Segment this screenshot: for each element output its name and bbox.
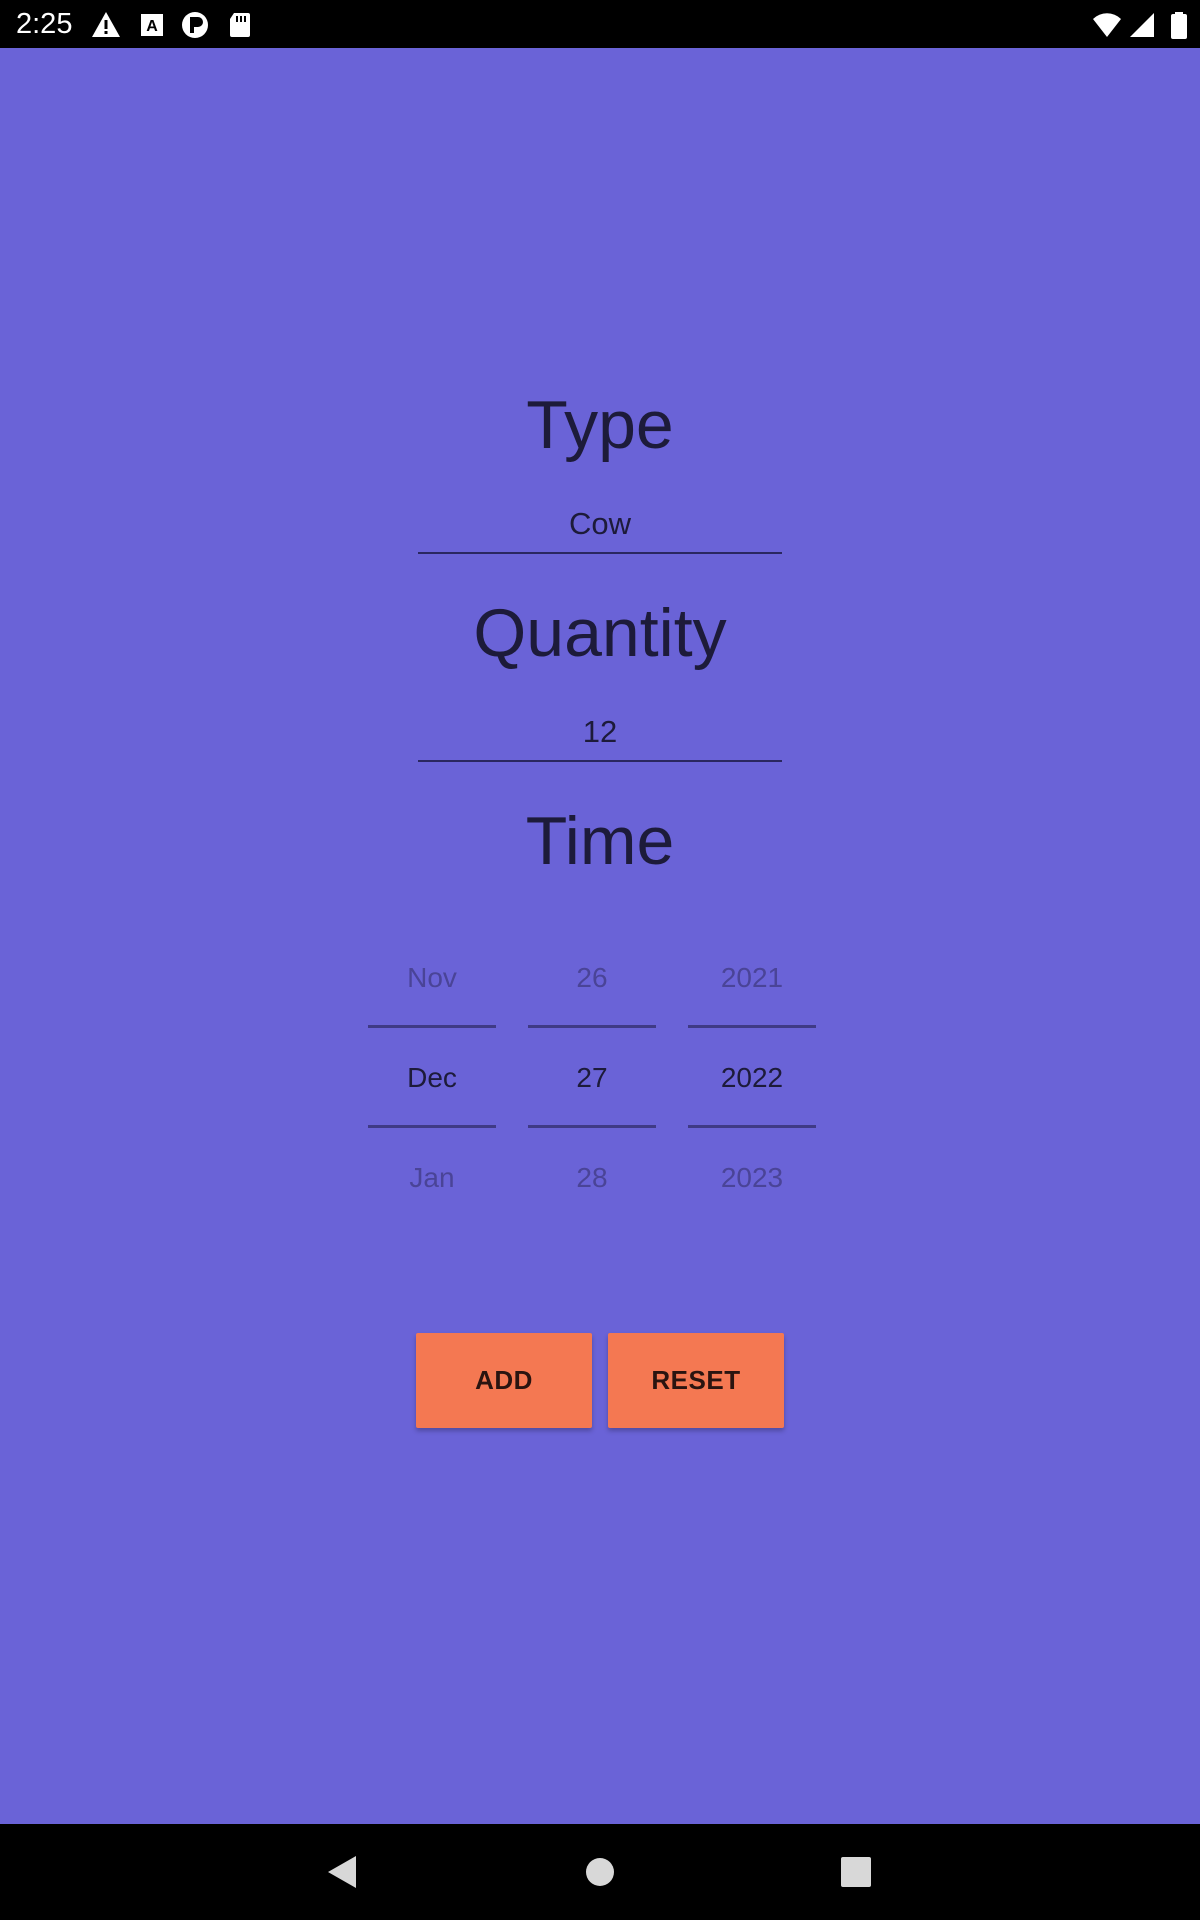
- home-icon[interactable]: [580, 1852, 620, 1892]
- recents-icon[interactable]: [836, 1852, 876, 1892]
- font-a-icon: A: [141, 14, 163, 36]
- back-icon[interactable]: [322, 1852, 362, 1892]
- svg-text:A: A: [146, 18, 158, 35]
- year-selected[interactable]: 2022: [688, 1060, 816, 1096]
- add-button[interactable]: ADD: [416, 1333, 592, 1428]
- wifi-icon: [1093, 13, 1121, 38]
- month-divider-top: [368, 1025, 496, 1028]
- day-divider-top: [528, 1025, 656, 1028]
- time-label: Time: [525, 803, 675, 879]
- app-screen: 2:25 A Type Cow Quantity 12 Time Nov Dec…: [0, 0, 1200, 1920]
- type-input[interactable]: [418, 496, 782, 554]
- quantity-label: Quantity: [473, 595, 727, 671]
- month-prev[interactable]: Nov: [368, 960, 496, 996]
- month-picker[interactable]: Nov Dec Jan: [368, 940, 496, 1200]
- sd-card-icon: [230, 13, 250, 37]
- navigation-bar: [0, 1824, 1200, 1920]
- year-picker[interactable]: 2021 2022 2023: [688, 940, 816, 1200]
- year-prev[interactable]: 2021: [688, 960, 816, 996]
- month-divider-bottom: [368, 1125, 496, 1128]
- p-badge-icon: [182, 12, 208, 38]
- warning-icon: [92, 12, 120, 37]
- year-divider-bottom: [688, 1125, 816, 1128]
- type-label: Type: [526, 387, 674, 463]
- day-selected[interactable]: 27: [528, 1060, 656, 1096]
- cell-signal-icon: [1130, 13, 1154, 37]
- day-divider-bottom: [528, 1125, 656, 1128]
- month-selected[interactable]: Dec: [368, 1060, 496, 1096]
- month-next[interactable]: Jan: [368, 1160, 496, 1196]
- battery-icon: [1171, 12, 1187, 39]
- quantity-input[interactable]: [418, 704, 782, 762]
- reset-button[interactable]: RESET: [608, 1333, 784, 1428]
- year-next[interactable]: 2023: [688, 1160, 816, 1196]
- status-time: 2:25: [16, 8, 73, 40]
- status-bar: 2:25 A: [0, 0, 1200, 48]
- year-divider-top: [688, 1025, 816, 1028]
- day-next[interactable]: 28: [528, 1160, 656, 1196]
- day-prev[interactable]: 26: [528, 960, 656, 996]
- day-picker[interactable]: 26 27 28: [528, 940, 656, 1200]
